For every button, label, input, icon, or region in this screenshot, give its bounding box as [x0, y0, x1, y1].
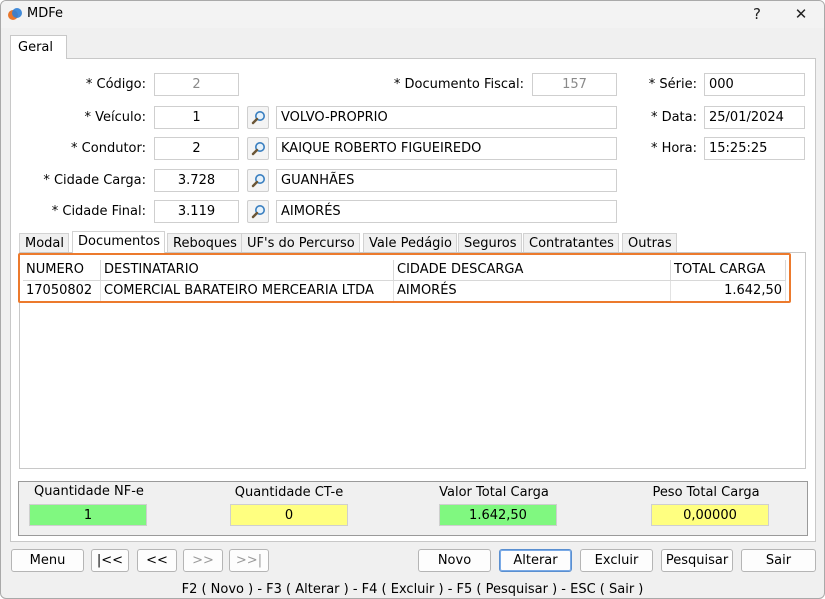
- novo-button[interactable]: Novo: [418, 549, 491, 572]
- table-row-total-carga[interactable]: 1.642,50: [671, 281, 786, 302]
- valor-total-label: Valor Total Carga: [439, 485, 549, 500]
- summary-panel: Quantidade NF-e 1 Quantidade CT-e 0 Valo…: [18, 481, 808, 536]
- previous-record-button[interactable]: <<: [137, 549, 177, 572]
- cidade-carga-search-button[interactable]: [247, 169, 269, 192]
- data-field[interactable]: 25/01/2024: [704, 106, 805, 129]
- documento-fiscal-label: * Documento Fiscal:: [393, 77, 524, 92]
- tab-seguros[interactable]: Seguros: [458, 233, 522, 253]
- close-button[interactable]: ✕: [781, 1, 821, 28]
- grid-header-destinatario[interactable]: DESTINATARIO: [101, 260, 394, 281]
- cidade-final-search-button[interactable]: [247, 200, 269, 223]
- hora-field[interactable]: 15:25:25: [704, 137, 805, 160]
- table-row-numero[interactable]: 17050802: [23, 281, 101, 302]
- documents-grid[interactable]: NUMERO DESTINATARIO CIDADE DESCARGA TOTA…: [19, 252, 806, 469]
- tab-documentos[interactable]: Documentos: [72, 231, 166, 253]
- veiculo-label: * Veículo:: [84, 110, 146, 125]
- valor-total-value: 1.642,50: [439, 504, 557, 526]
- tab-geral[interactable]: Geral: [10, 35, 67, 59]
- qtd-nfe-label: Quantidade NF-e: [34, 484, 144, 499]
- qtd-cte-label: Quantidade CT-e: [234, 485, 344, 500]
- pesquisar-button[interactable]: Pesquisar: [661, 549, 733, 572]
- grid-header-numero[interactable]: NUMERO: [23, 260, 101, 281]
- cidade-final-code-field[interactable]: 3.119: [154, 200, 239, 223]
- grid-header-total-carga[interactable]: TOTAL CARGA: [671, 260, 786, 281]
- magnifier-icon: [251, 205, 265, 219]
- magnifier-icon: [251, 111, 265, 125]
- hora-label: * Hora:: [650, 141, 697, 156]
- cidade-final-label: * Cidade Final:: [51, 204, 146, 219]
- next-record-button[interactable]: >>: [183, 549, 223, 572]
- condutor-code-field[interactable]: 2: [154, 137, 239, 160]
- condutor-search-button[interactable]: [247, 137, 269, 160]
- last-record-button[interactable]: >>|: [229, 549, 269, 572]
- tab-reboques[interactable]: Reboques: [167, 233, 242, 253]
- cidade-final-name-field[interactable]: AIMORÉS: [276, 200, 617, 223]
- help-button[interactable]: ?: [737, 1, 777, 28]
- veiculo-name-field[interactable]: VOLVO-PROPRIO: [276, 106, 617, 129]
- shortcut-status-bar: F2 ( Novo ) - F3 ( Alterar ) - F4 ( Excl…: [181, 582, 644, 597]
- condutor-name-field[interactable]: KAIQUE ROBERTO FIGUEIREDO: [276, 137, 617, 160]
- data-label: * Data:: [650, 110, 697, 125]
- peso-total-label: Peso Total Carga: [652, 485, 760, 500]
- magnifier-icon: [251, 142, 265, 156]
- menu-button[interactable]: Menu: [11, 549, 84, 572]
- tab-vale-pedagio[interactable]: Vale Pedágio: [363, 233, 458, 253]
- codigo-field: 2: [154, 73, 239, 96]
- title-bar: MDFe ? ✕: [1, 1, 824, 28]
- alterar-button[interactable]: Alterar: [499, 549, 572, 572]
- table-row-destinatario[interactable]: COMERCIAL BARATEIRO MERCEARIA LTDA: [101, 281, 394, 302]
- qtd-nfe-value: 1: [29, 504, 147, 526]
- codigo-label: * Código:: [85, 77, 146, 92]
- window-title: MDFe: [27, 6, 63, 21]
- condutor-label: * Condutor:: [71, 141, 146, 156]
- mdfe-app-icon: [8, 8, 22, 20]
- cidade-carga-code-field[interactable]: 3.728: [154, 169, 239, 192]
- magnifier-icon: [251, 174, 265, 188]
- tab-contratantes[interactable]: Contratantes: [523, 233, 619, 253]
- grid-header-cidade-descarga[interactable]: CIDADE DESCARGA: [394, 260, 671, 281]
- serie-label: * Série:: [648, 77, 697, 92]
- tab-ufs-percurso[interactable]: UF's do Percurso: [241, 233, 360, 253]
- veiculo-code-field[interactable]: 1: [154, 106, 239, 129]
- mdfe-window: MDFe ? ✕ Geral * Código: 2 * Documento F…: [0, 0, 825, 599]
- table-row-cidade-descarga[interactable]: AIMORÉS: [394, 281, 671, 302]
- sair-button[interactable]: Sair: [741, 549, 816, 572]
- tab-outras[interactable]: Outras: [622, 233, 677, 253]
- tab-modal[interactable]: Modal: [19, 233, 69, 253]
- qtd-cte-value: 0: [230, 504, 348, 526]
- documento-fiscal-field: 157: [532, 73, 617, 96]
- cidade-carga-label: * Cidade Carga:: [43, 173, 146, 188]
- serie-field[interactable]: 000: [704, 73, 805, 96]
- excluir-button[interactable]: Excluir: [580, 549, 653, 572]
- first-record-button[interactable]: |<<: [91, 549, 129, 572]
- veiculo-search-button[interactable]: [247, 106, 269, 129]
- cidade-carga-name-field[interactable]: GUANHÃES: [276, 169, 617, 192]
- peso-total-value: 0,00000: [651, 504, 769, 526]
